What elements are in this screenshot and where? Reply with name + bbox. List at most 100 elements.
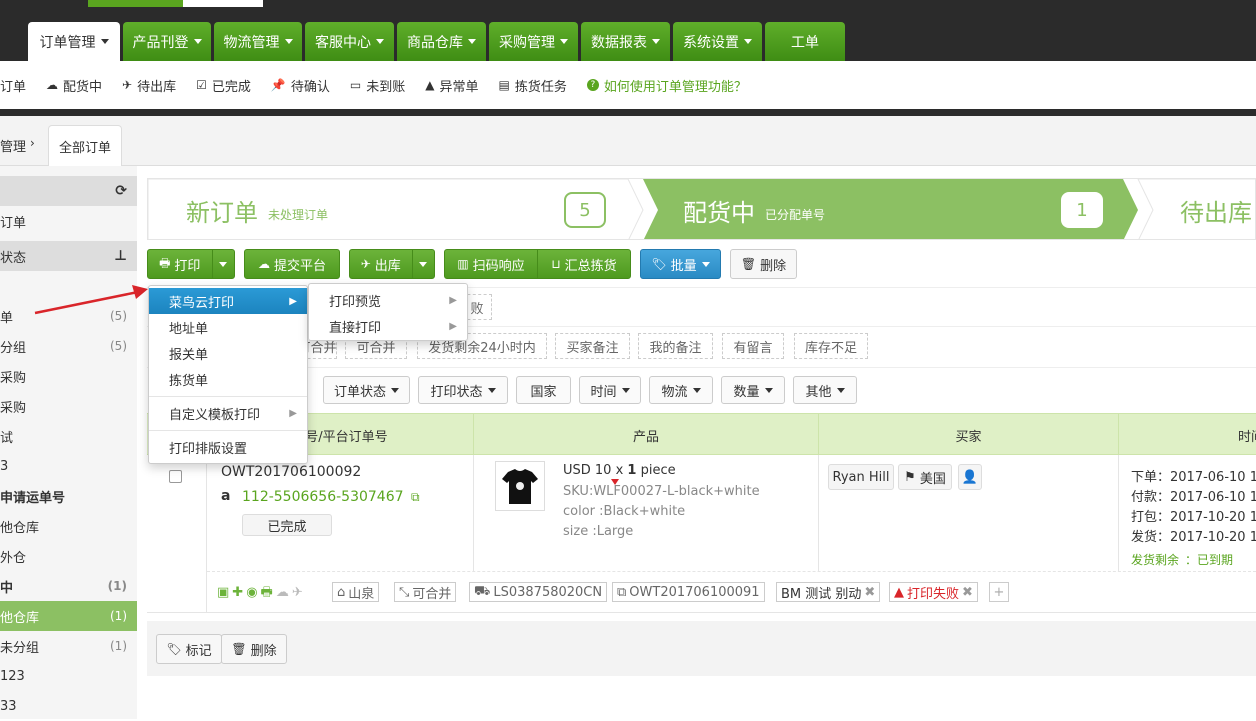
sidebar-item[interactable]: 123 xyxy=(0,661,137,691)
nav-tab[interactable]: 产品刊登 xyxy=(123,22,211,61)
subnav-item[interactable]: ☑ 已完成 xyxy=(196,76,251,95)
print-dropdown-toggle[interactable] xyxy=(213,261,235,267)
sidebar-item[interactable]: 中 (1) xyxy=(0,571,137,601)
question-icon: ? xyxy=(586,79,599,91)
add-tag-button[interactable]: + xyxy=(989,582,1009,602)
sidebar-item[interactable]: 他仓库 xyxy=(0,511,137,541)
outbound-dropdown-toggle[interactable] xyxy=(413,261,434,267)
note-tag[interactable]: BM 测试 别动 ✖ xyxy=(776,582,881,602)
scan-button[interactable]: ▥ 扫码响应 xyxy=(445,250,538,278)
nav-tab[interactable]: 系统设置 xyxy=(673,22,762,61)
filter-dropdown[interactable]: 数量 xyxy=(721,376,785,404)
subnav-item[interactable]: ▲ 异常单 xyxy=(425,76,478,95)
submit-platform-button[interactable]: ☁ 提交平台 xyxy=(244,249,340,279)
nav-tab[interactable]: 工单 xyxy=(765,22,845,61)
sidebar-item[interactable]: 采购 xyxy=(0,391,137,421)
sidebar-item[interactable]: 33 xyxy=(0,691,137,721)
warehouse-tag[interactable]: ⌂ 山泉 xyxy=(332,582,380,602)
subnav-item[interactable]: ▤ 拣货任务 xyxy=(498,76,566,95)
filter-dropdown[interactable]: 时间 xyxy=(579,376,641,404)
print-button[interactable]: 🖶 打印 xyxy=(148,250,213,278)
subnav-item[interactable]: ▭ 未到账 xyxy=(350,76,405,95)
menu-item-customs-form[interactable]: 报关单 xyxy=(149,340,307,366)
buyer-name[interactable]: Ryan Hill xyxy=(828,464,894,490)
summary-pick-button[interactable]: ⊔ 汇总拣货 xyxy=(538,250,630,278)
menu-item-print-layout-settings[interactable]: 打印排版设置 xyxy=(149,434,307,460)
nav-tab[interactable]: 商品仓库 xyxy=(397,22,486,61)
bottom-bar xyxy=(147,621,1256,676)
external-link-icon: ⧉ xyxy=(410,490,420,504)
refresh-icon[interactable]: ⟳ xyxy=(115,183,127,199)
print-fail-tag[interactable]: ▲ 打印失败 ✖ xyxy=(889,582,978,602)
annotation-arrow xyxy=(34,285,148,315)
sidebar-item-label: 状态 xyxy=(0,250,27,266)
menu-item-direct-print[interactable]: 直接打印 ▶ xyxy=(309,313,467,339)
filter-dropdown[interactable]: 物流 xyxy=(649,376,713,404)
nav-tab[interactable]: 数据报表 xyxy=(581,22,670,61)
sidebar-item-label: 中 xyxy=(0,580,14,596)
subnav-item[interactable]: 📌 待确认 xyxy=(271,76,330,95)
divider xyxy=(473,455,474,571)
tracking-tag[interactable]: ⛟ LS038758020CN xyxy=(469,582,608,602)
sidebar-item[interactable]: 他仓库 (1) xyxy=(0,601,137,631)
chevron-right-icon: ▶ xyxy=(449,294,457,306)
sidebar-item[interactable]: 3 xyxy=(0,451,137,481)
nav-tab[interactable]: 客服中心 xyxy=(305,22,394,61)
subnav-item-label: 拣货任务 xyxy=(514,79,567,95)
menu-item-custom-template[interactable]: 自定义模板打印 ▶ xyxy=(149,400,307,426)
platform-order-link[interactable]: 112-5506656-5307467 ⧉ xyxy=(242,489,420,505)
mergeable-tag[interactable]: ⤡ 可合并 xyxy=(394,582,457,602)
stage-allocating[interactable]: 配货中 已分配单号 1 xyxy=(683,179,1123,239)
batch-button[interactable]: 🏷 批量 xyxy=(640,249,721,279)
menu-item-print-preview[interactable]: 打印预览 ▶ xyxy=(309,287,467,313)
filter-dropdown[interactable]: 订单状态 xyxy=(323,376,410,404)
outbound-button-group: ✈ 出库 xyxy=(349,249,435,279)
order-action-icons[interactable]: ▣✚◉🖶☁✈ xyxy=(217,583,306,605)
nav-tab[interactable]: 采购管理 xyxy=(489,22,578,61)
help-link[interactable]: ? 如何使用订单管理功能？ xyxy=(586,76,747,95)
ref-order-tag[interactable]: ⧉ OWT201706100091 xyxy=(612,582,765,602)
buyer-country[interactable]: ⚑ 美国 xyxy=(898,464,952,490)
filter-dropdown[interactable]: 打印状态 xyxy=(418,376,508,404)
filter-tag[interactable]: 买家备注 xyxy=(555,333,630,359)
order-number[interactable]: OWT201706100092 xyxy=(221,464,361,480)
menu-item-cainiao-print[interactable]: 菜鸟云打印 ▶ xyxy=(149,288,307,314)
tab-all-orders[interactable]: 全部订单 xyxy=(48,125,122,167)
sidebar-item[interactable]: 订单 xyxy=(0,206,137,236)
caret-down-icon xyxy=(284,39,293,44)
filter-dropdown[interactable]: 国家 xyxy=(516,376,571,404)
filter-tag[interactable]: 库存不足 xyxy=(794,333,868,359)
nav-tab[interactable]: 物流管理 xyxy=(214,22,302,61)
sitemap-icon[interactable]: ⊥ xyxy=(114,248,127,264)
sidebar-item[interactable]: 状态 ⊥ xyxy=(0,241,137,271)
sidebar-item[interactable]: 分组 (5) xyxy=(0,331,137,361)
stage-new-orders[interactable]: 新订单 未处理订单 5 xyxy=(186,179,626,239)
nav-tab[interactable]: 订单管理 xyxy=(28,22,120,61)
sidebar-item[interactable]: 申请运单号 xyxy=(0,481,137,511)
cloud-icon: ☁ xyxy=(46,78,59,92)
bottom-delete-button[interactable]: 🗑 删除 xyxy=(221,634,287,664)
user-icon[interactable]: 👤 xyxy=(958,464,982,490)
subnav-item[interactable]: ☁ 配货中 xyxy=(46,76,102,95)
batch-label: 批量 xyxy=(670,258,697,274)
filter-tag[interactable]: 有留言 xyxy=(722,333,784,359)
sidebar-item[interactable]: 采购 xyxy=(0,361,137,391)
stage-pending-outbound[interactable]: 待出库 xyxy=(1180,179,1255,239)
filter-dropdown[interactable]: 其他 xyxy=(793,376,857,404)
time-entry: 打包：2017-10-20 1 xyxy=(1131,510,1256,525)
subnav-item[interactable]: ✈ 待出库 xyxy=(122,76,176,95)
delete-button[interactable]: 🗑 删除 xyxy=(730,249,797,279)
menu-item-picking-list[interactable]: 拣货单 xyxy=(149,366,307,392)
sidebar-item[interactable]: ⟳ xyxy=(0,176,137,206)
product-thumbnail[interactable] xyxy=(495,461,545,511)
filter-tag[interactable]: 我的备注 xyxy=(638,333,713,359)
sidebar-item[interactable]: 外仓 xyxy=(0,541,137,571)
row-checkbox[interactable] xyxy=(169,470,182,483)
breadcrumb-parent[interactable]: 管理 xyxy=(0,136,26,155)
mark-button[interactable]: 🏷 标记 xyxy=(156,634,222,664)
outbound-button[interactable]: ✈ 出库 xyxy=(350,250,413,278)
subnav-item[interactable]: 订单 xyxy=(0,76,26,95)
sidebar-item[interactable]: 试 xyxy=(0,421,137,451)
sidebar-item[interactable]: 未分组 (1) xyxy=(0,631,137,661)
menu-item-address-label[interactable]: 地址单 xyxy=(149,314,307,340)
